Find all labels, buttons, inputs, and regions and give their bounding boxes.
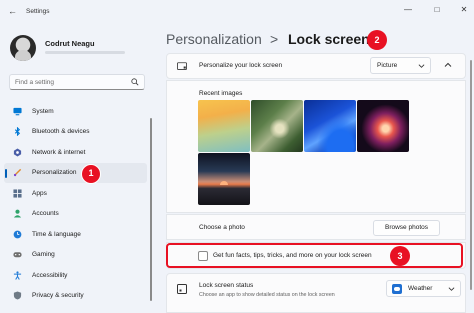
- personalize-label: Personalize your lock screen: [199, 62, 283, 69]
- choose-photo-label: Choose a photo: [199, 224, 245, 231]
- recent-image-thumbnail[interactable]: [198, 100, 250, 152]
- user-email-redacted: [45, 51, 125, 54]
- recent-image-thumbnail[interactable]: [357, 100, 409, 152]
- search-placeholder: Find a setting: [15, 79, 55, 86]
- sidebar-item-label: Accounts: [32, 210, 59, 218]
- weather-icon: [392, 284, 402, 294]
- sidebar-item-bluetooth[interactable]: Bluetooth & devices: [4, 122, 147, 143]
- highlight-annotation: [166, 243, 463, 268]
- collapse-button[interactable]: [437, 57, 459, 74]
- choose-photo-row: Choose a photo Browse photos: [166, 214, 466, 240]
- sidebar-item-accounts[interactable]: Accounts: [4, 204, 147, 225]
- lock-screen-status-card: Lock screen status Choose an app to show…: [166, 273, 466, 313]
- avatar[interactable]: [10, 35, 36, 61]
- sidebar-item-label: Gaming: [32, 251, 55, 259]
- chevron-up-icon: [444, 62, 452, 67]
- network-icon: [13, 148, 22, 157]
- page-title: Lock screen: [288, 31, 370, 47]
- browse-photos-button[interactable]: Browse photos: [373, 220, 440, 236]
- sidebar-item-label: Privacy & security: [32, 292, 84, 300]
- status-icon: [177, 284, 187, 294]
- content-scrollbar[interactable]: [470, 60, 472, 290]
- breadcrumb-parent[interactable]: Personalization: [166, 31, 262, 47]
- sidebar-item-label: Accessibility: [32, 271, 68, 279]
- lock-screen-status-title: Lock screen status: [199, 282, 254, 289]
- sidebar-nav: System Bluetooth & devices Network & int…: [4, 101, 147, 306]
- apps-icon: [13, 189, 22, 198]
- sidebar-scrollbar[interactable]: [150, 118, 152, 301]
- maximize-button[interactable]: □: [431, 4, 443, 16]
- recent-image-thumbnail[interactable]: [304, 100, 356, 152]
- globe-clock-icon: [13, 230, 22, 239]
- status-app-dropdown[interactable]: Weather: [386, 280, 461, 297]
- recent-images-card: Recent images: [166, 80, 466, 213]
- sidebar-item-label: Apps: [32, 189, 47, 197]
- sidebar-item-label: Bluetooth & devices: [32, 128, 90, 136]
- search-input[interactable]: Find a setting: [9, 74, 145, 90]
- sidebar-item-personalization[interactable]: Personalization 1: [4, 162, 147, 184]
- chevron-down-icon: [418, 64, 425, 68]
- person-icon: [13, 209, 22, 218]
- brush-icon: [13, 169, 22, 177]
- sidebar-item-gaming[interactable]: Gaming: [4, 245, 147, 266]
- lock-screen-icon: [177, 62, 187, 70]
- user-name: Codrut Neagu: [45, 39, 95, 48]
- lock-screen-status-description: Choose an app to show detailed status on…: [199, 292, 335, 298]
- sidebar-item-system[interactable]: System: [4, 101, 147, 122]
- chevron-down-icon: [448, 287, 455, 291]
- lock-screen-type-dropdown[interactable]: Picture: [370, 57, 431, 74]
- personalize-lock-screen-card: Personalize your lock screen Picture: [166, 53, 466, 79]
- step-badge: 1: [81, 163, 101, 184]
- monitor-icon: [13, 107, 22, 116]
- sidebar-item-accessibility[interactable]: Accessibility: [4, 265, 147, 286]
- sidebar-item-network[interactable]: Network & internet: [4, 142, 147, 163]
- shield-icon: [13, 291, 22, 300]
- close-button[interactable]: ✕: [458, 4, 470, 16]
- sidebar-item-time-language[interactable]: Time & language: [4, 224, 147, 245]
- recent-image-thumbnail[interactable]: [198, 153, 250, 205]
- sidebar-item-label: Time & language: [32, 230, 81, 238]
- title-bar: ← Settings — □ ✕: [0, 0, 474, 22]
- recent-image-thumbnail[interactable]: [251, 100, 303, 152]
- bluetooth-icon: [14, 127, 21, 137]
- back-arrow-icon[interactable]: ←: [8, 6, 18, 16]
- recent-images-label: Recent images: [199, 90, 243, 97]
- accessibility-icon: [13, 271, 22, 280]
- gamepad-icon: [13, 252, 22, 258]
- sidebar-item-label: Personalization: [32, 169, 77, 177]
- dropdown-value: Weather: [408, 285, 433, 292]
- step-badge: 2: [367, 30, 387, 50]
- sidebar-item-label: System: [32, 107, 54, 115]
- app-title: Settings: [26, 8, 50, 15]
- breadcrumb-separator: >: [270, 31, 279, 47]
- sidebar-item-apps[interactable]: Apps: [4, 183, 147, 204]
- sidebar-item-label: Network & internet: [32, 148, 86, 156]
- dropdown-value: Picture: [377, 62, 398, 69]
- sidebar-item-privacy[interactable]: Privacy & security: [4, 286, 147, 307]
- step-badge: 3: [390, 246, 410, 266]
- minimize-button[interactable]: —: [402, 4, 414, 16]
- search-icon: [131, 78, 139, 86]
